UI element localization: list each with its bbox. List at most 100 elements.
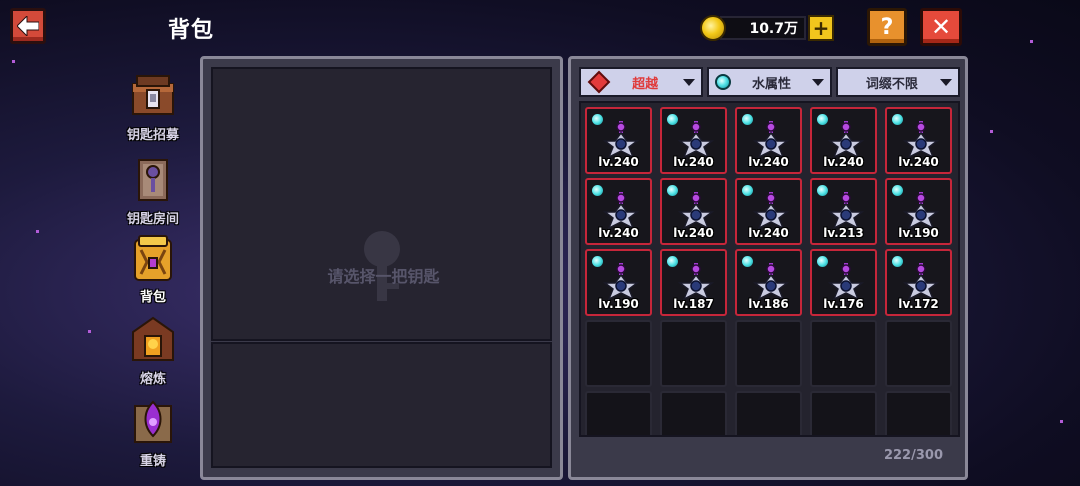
water-element-icon <box>817 256 828 267</box>
water-element-icon <box>592 185 603 196</box>
key-level-label: lv.187 <box>673 297 714 311</box>
inventory-empty-slot[interactable] <box>660 391 727 435</box>
smelt-furnace-icon <box>127 314 179 366</box>
arrow-left-icon <box>17 16 39 36</box>
key-level-label: lv.176 <box>823 297 864 311</box>
inventory-key-slot[interactable]: lv.176 <box>810 249 877 316</box>
sidebar-item-reforge[interactable]: 重铸 <box>108 396 198 474</box>
page-title: 背包 <box>168 18 215 43</box>
key-level-label: lv.186 <box>748 297 789 311</box>
inventory-key-slot[interactable]: lv.240 <box>585 107 652 174</box>
background-star <box>12 60 15 63</box>
inventory-key-slot[interactable]: lv.240 <box>810 107 877 174</box>
gold-coin-icon <box>700 15 726 41</box>
inventory-key-slot[interactable]: lv.240 <box>585 178 652 245</box>
sidebar-item-label: 背包 <box>139 290 166 305</box>
water-element-icon <box>667 256 678 267</box>
inventory-key-slot[interactable]: lv.240 <box>735 107 802 174</box>
filter-bar: 超越 水属性 词缀不限 <box>579 67 960 97</box>
sidebar-item-label: 熔炼 <box>139 372 166 387</box>
water-element-icon <box>667 114 678 125</box>
inventory-key-slot[interactable]: lv.187 <box>660 249 727 316</box>
inventory-key-slot[interactable]: lv.186 <box>735 249 802 316</box>
inventory-key-slot[interactable]: lv.240 <box>660 107 727 174</box>
inventory-empty-slot[interactable] <box>585 391 652 435</box>
key-level-label: lv.190 <box>898 226 939 240</box>
background-star <box>990 130 993 133</box>
water-element-icon <box>817 185 828 196</box>
water-element-icon <box>817 114 828 125</box>
inventory-empty-slot[interactable] <box>735 320 802 387</box>
inventory-key-slot[interactable]: lv.190 <box>585 249 652 316</box>
inventory-key-slot[interactable]: lv.240 <box>885 107 952 174</box>
water-element-icon <box>742 114 753 125</box>
sidebar-item-label: 钥匙招募 <box>126 128 179 143</box>
key-level-label: lv.240 <box>598 155 639 169</box>
add-coins-button[interactable]: + <box>808 15 834 41</box>
select-key-prompt: 请选择一把钥匙 <box>327 267 440 286</box>
inventory-empty-slot[interactable] <box>660 320 727 387</box>
key-detail-panel: 请选择一把钥匙 <box>200 56 563 480</box>
inventory-panel: 超越 水属性 词缀不限 lv.240 lv.240 lv.240 lv.240 lv.2… <box>568 56 968 480</box>
inventory-empty-slot[interactable] <box>735 391 802 435</box>
inventory-key-slot[interactable]: lv.190 <box>885 178 952 245</box>
key-level-label: lv.240 <box>598 226 639 240</box>
inventory-key-slot[interactable]: lv.172 <box>885 249 952 316</box>
key-level-label: lv.172 <box>898 297 939 311</box>
key-level-label: lv.240 <box>748 226 789 240</box>
rarity-filter-dropdown[interactable]: 超越 <box>579 67 704 97</box>
inventory-empty-slot[interactable] <box>885 391 952 435</box>
inventory-key-slot[interactable]: lv.240 <box>660 178 727 245</box>
water-element-icon <box>592 256 603 267</box>
sidebar-item-key-room[interactable]: 钥匙房间 <box>108 154 198 232</box>
close-button[interactable]: ✕ <box>920 8 962 46</box>
close-icon: ✕ <box>930 13 952 41</box>
key-level-label: lv.240 <box>823 155 864 169</box>
coin-balance: 10.7万 + <box>700 12 842 44</box>
inventory-empty-slot[interactable] <box>810 320 877 387</box>
inventory-empty-slot[interactable] <box>885 320 952 387</box>
sidebar-item-label: 钥匙房间 <box>126 212 179 227</box>
rarity-filter-value: 超越 <box>632 76 659 92</box>
water-element-icon <box>892 256 903 267</box>
inventory-grid: lv.240 lv.240 lv.240 lv.240 lv.240 lv.240 lv.2… <box>579 101 960 437</box>
coin-amount: 10.7万 <box>720 16 806 40</box>
inventory-key-slot[interactable]: lv.240 <box>735 178 802 245</box>
help-button[interactable]: ? <box>867 8 907 46</box>
key-stats-area <box>211 342 552 468</box>
chevron-down-icon <box>811 78 824 86</box>
back-button[interactable] <box>10 8 46 44</box>
water-element-icon <box>715 74 732 90</box>
water-element-icon <box>592 114 603 125</box>
inventory-empty-slot[interactable] <box>585 320 652 387</box>
chevron-down-icon <box>939 78 952 86</box>
question-icon: ? <box>880 14 894 40</box>
background-star <box>36 230 39 233</box>
inventory-key-slot[interactable]: lv.213 <box>810 178 877 245</box>
chevron-down-icon <box>683 78 696 86</box>
inventory-capacity: 222/300 <box>883 448 943 463</box>
key-level-label: lv.213 <box>823 226 864 240</box>
water-element-icon <box>742 185 753 196</box>
sidebar-item-key-recruit[interactable]: 钥匙招募 <box>108 70 198 148</box>
element-filter-dropdown[interactable]: 水属性 <box>707 67 832 97</box>
sidebar-item-smelt[interactable]: 熔炼 <box>108 314 198 392</box>
inventory-empty-slot[interactable] <box>810 391 877 435</box>
water-element-icon <box>892 114 903 125</box>
sidebar-item-backpack[interactable]: 背包 <box>108 232 198 310</box>
key-room-icon <box>127 154 179 206</box>
backpack-icon <box>127 232 179 284</box>
water-element-icon <box>742 256 753 267</box>
recruit-chest-icon <box>127 70 179 122</box>
key-level-label: lv.240 <box>673 155 714 169</box>
key-level-label: lv.240 <box>673 226 714 240</box>
key-preview-area: 请选择一把钥匙 <box>211 67 552 341</box>
element-filter-value: 水属性 <box>751 76 791 92</box>
key-level-label: lv.190 <box>598 297 639 311</box>
water-element-icon <box>667 185 678 196</box>
background-star <box>88 330 91 333</box>
affix-filter-dropdown[interactable]: 词缀不限 <box>835 67 960 97</box>
affix-filter-value: 词缀不限 <box>865 76 918 92</box>
background-star <box>1030 40 1033 43</box>
background-star <box>1060 420 1063 423</box>
